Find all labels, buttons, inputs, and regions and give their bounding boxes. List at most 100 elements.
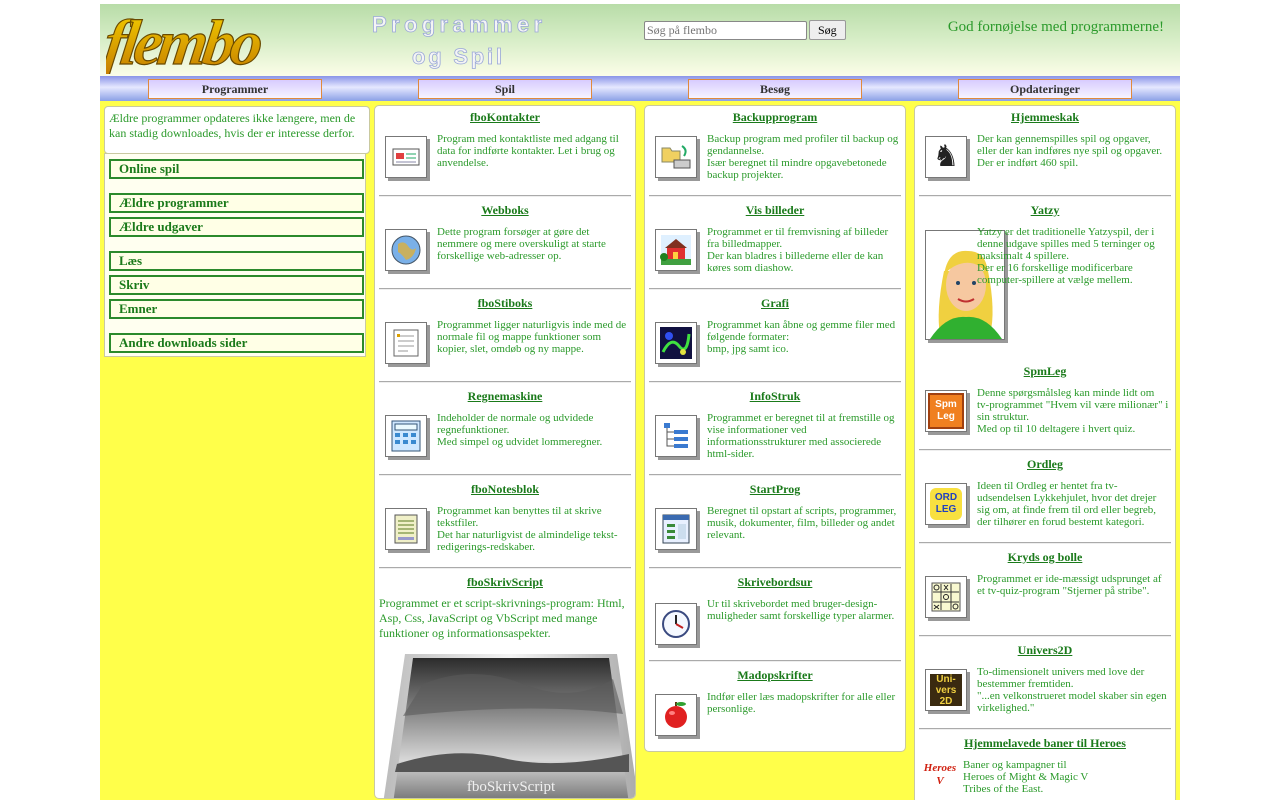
game-description: Baner og kampagner til Heroes of Might &… bbox=[963, 759, 1089, 795]
program-description: Backup program med profiler til backup o… bbox=[707, 133, 899, 181]
banner-title: Programmer og Spil bbox=[372, 12, 543, 70]
flembo-logo[interactable]: flembo bbox=[106, 6, 272, 74]
tree-structure-icon[interactable] bbox=[655, 415, 697, 457]
programs-column-2: Backupprogram Backup program med profile… bbox=[644, 105, 906, 752]
svg-text:og Spil: og Spil bbox=[412, 44, 502, 69]
program-description: Indfør eller læs madopskrifter for alle … bbox=[707, 691, 896, 715]
svg-text:flembo: flembo bbox=[106, 7, 268, 74]
program-title-link[interactable]: Backupprogram bbox=[645, 110, 905, 125]
program-title-link[interactable]: Skrivebordsur bbox=[645, 575, 905, 590]
games-column: Hjemmeskak ♞ Der kan gennemspilles spil … bbox=[914, 105, 1176, 800]
univers2d-icon[interactable]: Uni-vers 2D bbox=[925, 669, 967, 711]
program-title-link[interactable]: Grafi bbox=[645, 296, 905, 311]
divider bbox=[379, 195, 631, 197]
fboskrivscript-screenshot[interactable]: fboSkrivScript bbox=[383, 654, 636, 799]
notice-box: Ældre programmer opdateres ikke længere,… bbox=[104, 106, 370, 154]
apple-icon[interactable] bbox=[655, 694, 697, 736]
globe-icon[interactable] bbox=[385, 229, 427, 271]
divider bbox=[649, 474, 901, 476]
program-description: Programmet kan åbne og gemme filer med f… bbox=[707, 319, 896, 355]
game-title-link[interactable]: Hjemmeskak bbox=[915, 110, 1175, 125]
divider bbox=[649, 567, 901, 569]
spmleg-icon[interactable]: Spm Leg bbox=[925, 390, 967, 432]
program-description: Dette program forsøger at gøre det nemme… bbox=[437, 226, 606, 262]
tagline: God fornøjelse med programmerne! bbox=[947, 19, 1164, 35]
program-description: Programmet er beregnet til at fremstille… bbox=[707, 412, 895, 460]
nav-programmer[interactable]: Programmer bbox=[148, 79, 322, 99]
program-title-link[interactable]: Regnemaskine bbox=[375, 389, 635, 404]
menu-aeldre-udgaver[interactable]: Ældre udgaver bbox=[109, 217, 364, 237]
game-description: To-dimensionelt univers med love der bes… bbox=[977, 666, 1167, 714]
divider bbox=[919, 195, 1171, 197]
program-title-link[interactable]: StartProg bbox=[645, 482, 905, 497]
photo-caption: fboSkrivScript bbox=[467, 779, 556, 795]
menu-laes[interactable]: Læs bbox=[109, 251, 364, 271]
program-description: Programmet kan benyttes til at skrive te… bbox=[437, 505, 618, 553]
page: flembo Programmer og Spil Søg God fornøj… bbox=[100, 4, 1180, 800]
menu-skriv[interactable]: Skriv bbox=[109, 275, 364, 295]
program-description: Indeholder de normale og udvidede regnef… bbox=[437, 412, 603, 448]
game-title-link[interactable]: Ordleg bbox=[915, 457, 1175, 472]
launcher-icon[interactable] bbox=[655, 508, 697, 550]
program-title-link[interactable]: InfoStruk bbox=[645, 389, 905, 404]
program-description: Programmet er et script-skrivnings-progr… bbox=[379, 596, 625, 640]
program-description: Program med kontaktliste med adgang til … bbox=[437, 133, 619, 169]
program-title-link[interactable]: Webboks bbox=[375, 203, 635, 218]
picture-house-icon[interactable] bbox=[655, 229, 697, 271]
divider bbox=[649, 381, 901, 383]
tictactoe-icon[interactable] bbox=[925, 576, 967, 618]
main-nav: Programmer Spil Besøg Opdateringer bbox=[100, 76, 1180, 101]
search-input[interactable] bbox=[644, 20, 807, 40]
divider bbox=[649, 660, 901, 662]
notepad-icon[interactable] bbox=[385, 508, 427, 550]
program-title-link[interactable]: fboNotesblok bbox=[375, 482, 635, 497]
ordleg-icon[interactable]: ORD LEG bbox=[925, 483, 967, 525]
program-title-link[interactable]: fboStiboks bbox=[375, 296, 635, 311]
programs-column-1: fboKontakter Program med kontaktliste me… bbox=[374, 105, 636, 799]
divider bbox=[919, 542, 1171, 544]
nav-besog[interactable]: Besøg bbox=[688, 79, 862, 99]
game-description: Der kan gennemspilles spil og opgaver, e… bbox=[977, 133, 1163, 169]
divider bbox=[379, 288, 631, 290]
heroes-logo-icon[interactable]: Heroes V bbox=[923, 762, 957, 794]
nav-spil[interactable]: Spil bbox=[418, 79, 592, 99]
divider bbox=[379, 567, 631, 569]
svg-text:Programmer: Programmer bbox=[372, 12, 542, 37]
file-list-icon[interactable] bbox=[385, 322, 427, 364]
menu-emner[interactable]: Emner bbox=[109, 299, 364, 319]
program-description: Programmet ligger naturligvis inde med d… bbox=[437, 319, 627, 355]
calculator-icon[interactable] bbox=[385, 415, 427, 457]
program-title-link[interactable]: fboKontakter bbox=[375, 110, 635, 125]
game-title-link[interactable]: Kryds og bolle bbox=[915, 550, 1175, 565]
program-title-link[interactable]: Vis billeder bbox=[645, 203, 905, 218]
program-title-link[interactable]: fboSkrivScript bbox=[375, 575, 635, 590]
divider bbox=[919, 635, 1171, 637]
game-description: Yatzy er det traditionelle Yatzyspil, de… bbox=[977, 226, 1155, 286]
nav-opdateringer[interactable]: Opdateringer bbox=[958, 79, 1132, 99]
divider bbox=[649, 195, 901, 197]
game-description: Ideen til Ordleg er hentet fra tv-udsend… bbox=[977, 480, 1157, 528]
menu-aeldre-programmer[interactable]: Ældre programmer bbox=[109, 193, 364, 213]
game-description: Programmet er ide-mæssigt udsprunget af … bbox=[977, 573, 1162, 597]
game-title-link[interactable]: Yatzy bbox=[915, 203, 1175, 218]
graphics-icon[interactable] bbox=[655, 322, 697, 364]
menu-andre-downloads[interactable]: Andre downloads sider bbox=[109, 333, 364, 353]
contact-card-icon[interactable] bbox=[385, 136, 427, 178]
game-description: Denne spørgsmålsleg kan minde lidt om tv… bbox=[977, 387, 1169, 435]
divider bbox=[649, 288, 901, 290]
backup-icon[interactable] bbox=[655, 136, 697, 178]
divider bbox=[919, 728, 1171, 730]
program-description: Programmet er til fremvisning af billede… bbox=[707, 226, 889, 274]
program-description: Ur til skrivebordet med bruger-design-mu… bbox=[707, 598, 895, 622]
divider bbox=[379, 381, 631, 383]
chess-knight-icon[interactable]: ♞ bbox=[925, 136, 967, 178]
game-title-link[interactable]: Hjemmelavede baner til Heroes bbox=[915, 736, 1175, 751]
menu-online-spil[interactable]: Online spil bbox=[109, 159, 364, 179]
game-title-link[interactable]: SpmLeg bbox=[915, 364, 1175, 379]
search-button[interactable]: Søg bbox=[809, 20, 846, 40]
program-title-link[interactable]: Madopskrifter bbox=[645, 668, 905, 683]
header: flembo Programmer og Spil Søg God fornøj… bbox=[100, 4, 1180, 76]
divider bbox=[919, 449, 1171, 451]
game-title-link[interactable]: Univers2D bbox=[915, 643, 1175, 658]
clock-icon[interactable] bbox=[655, 603, 697, 645]
